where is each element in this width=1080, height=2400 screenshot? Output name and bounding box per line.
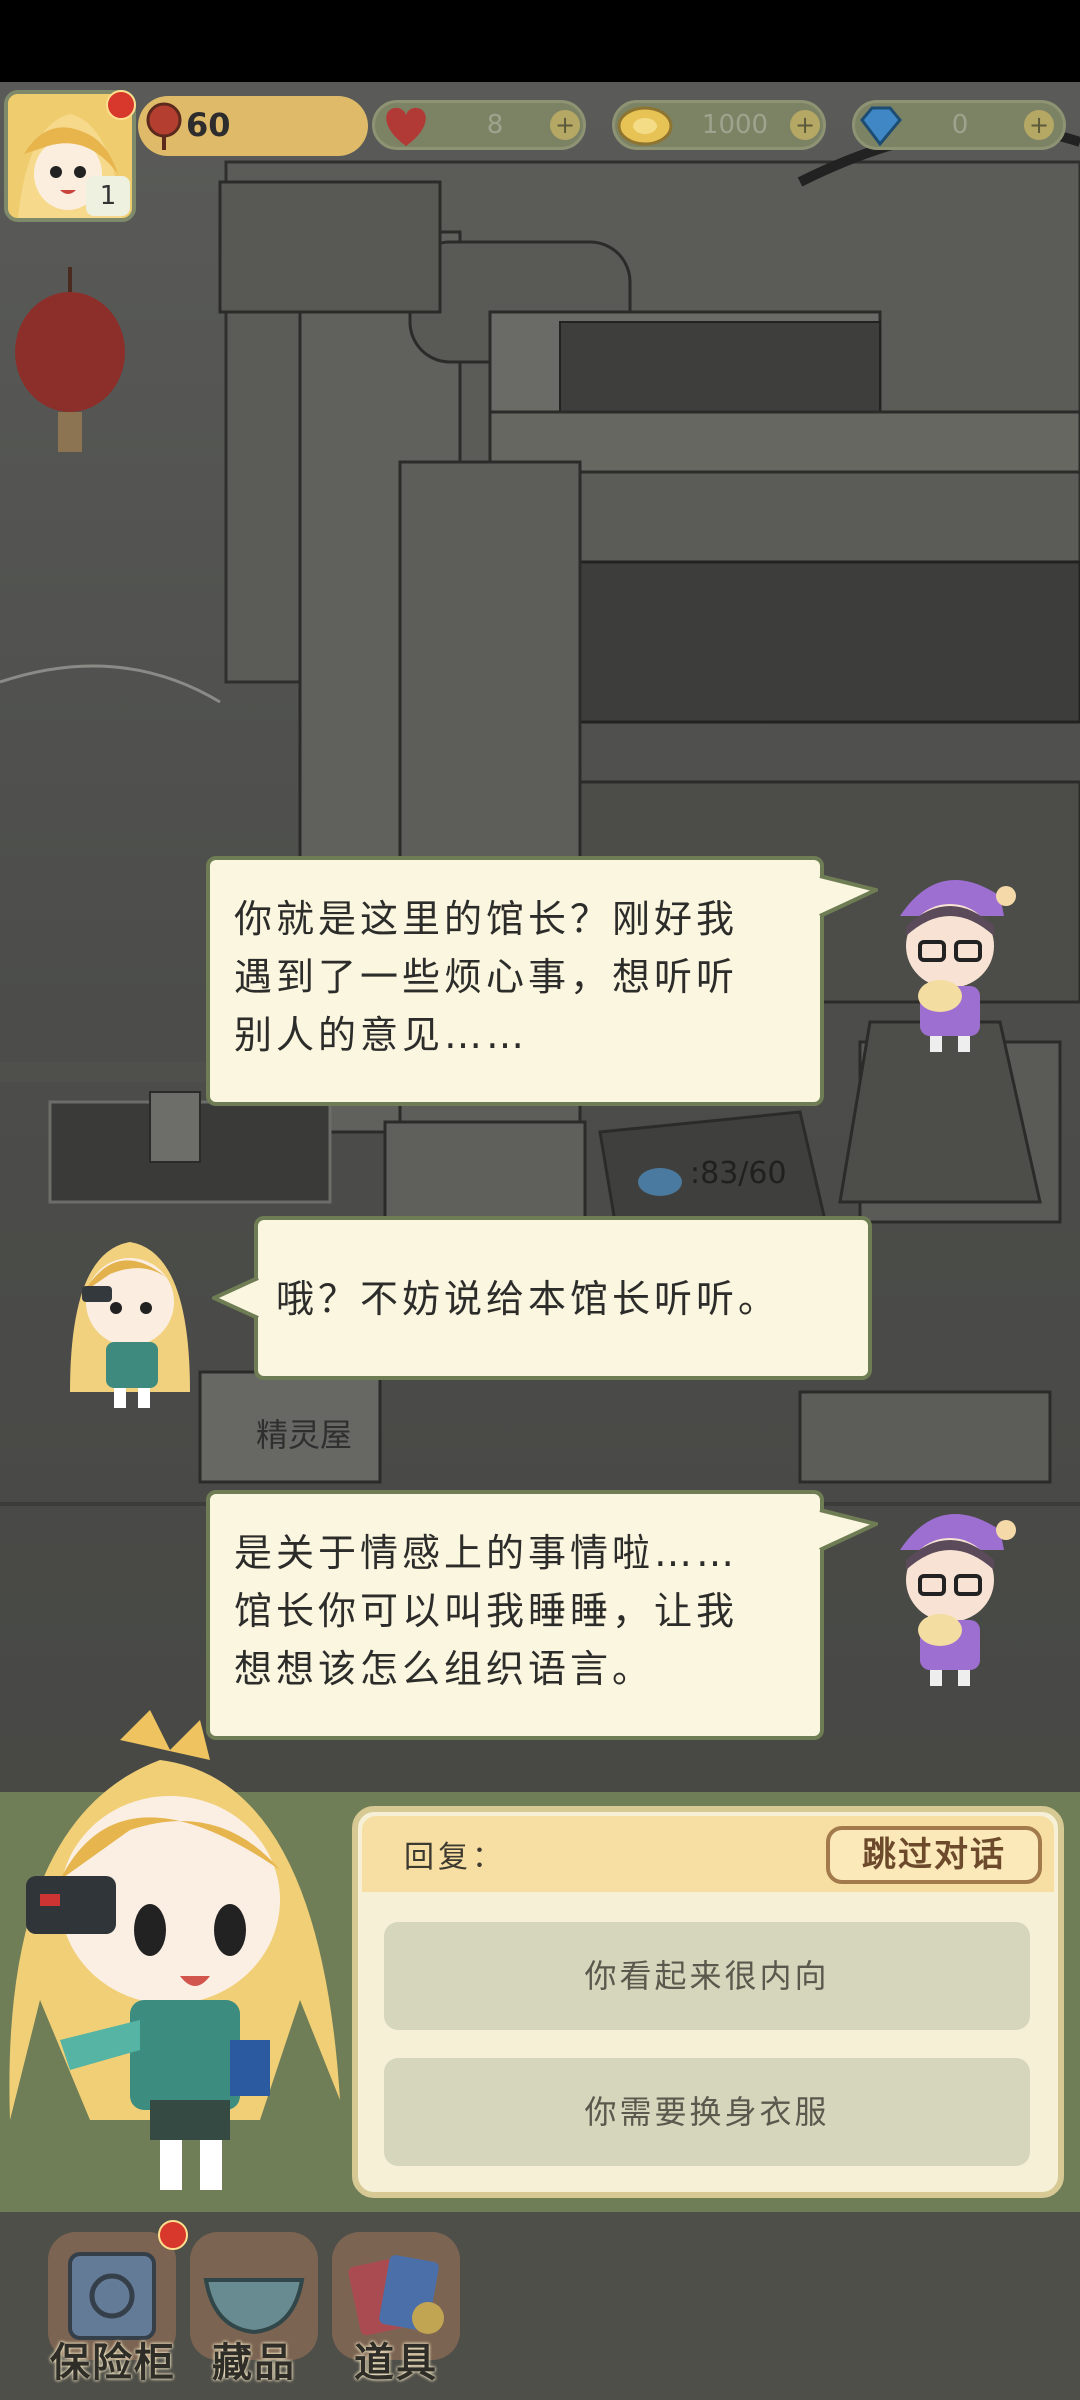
notification-dot	[106, 90, 136, 120]
player-level-badge: 1	[86, 176, 130, 216]
dialogue-line: 是关于情感上的事情啦……	[234, 1531, 739, 1575]
curator-character[interactable]	[60, 1222, 200, 1412]
gems-value: 0	[951, 110, 969, 140]
safe-label: 保险柜	[50, 2340, 176, 2386]
bubble-tail	[818, 874, 878, 918]
reply-option-2[interactable]: 你需要换身衣服	[384, 2058, 1030, 2166]
spirit-house-sign: 精灵屋	[256, 1416, 353, 1454]
gem-icon	[860, 106, 902, 147]
coins-value: 1000	[701, 110, 769, 140]
add-hearts-button[interactable]: +	[550, 110, 580, 140]
safe-notification-dot	[158, 2220, 188, 2250]
capacity-counter: :83/60	[690, 1156, 787, 1191]
dialogue-bubble-2: 哦？不妨说给本馆长听听。	[254, 1216, 872, 1380]
heart-icon	[386, 107, 426, 146]
dialogue-line: 馆长你可以叫我睡睡，让我	[234, 1589, 739, 1633]
dialogue-line: 哦？不妨说给本馆长听听。	[276, 1277, 781, 1321]
items-label: 道具	[354, 2340, 438, 2386]
energy-icon	[146, 102, 182, 150]
energy-value: 60	[186, 106, 231, 144]
visitor-character[interactable]	[880, 856, 1020, 1056]
skip-dialogue-button[interactable]: 跳过对话	[826, 1826, 1042, 1884]
status-bar	[0, 0, 1080, 82]
visitor-character[interactable]	[880, 1490, 1020, 1690]
bubble-tail	[818, 1508, 878, 1552]
dialogue-line: 遇到了一些烦心事，想听听	[234, 955, 739, 999]
reply-option-1[interactable]: 你看起来很内向	[384, 1922, 1030, 2030]
reply-label: 回复：	[404, 1840, 506, 1875]
coin-icon	[617, 106, 673, 146]
dialogue-bubble-1: 你就是这里的馆长？刚好我 遇到了一些烦心事，想听听 别人的意见……	[206, 856, 824, 1106]
dialogue-line: 你就是这里的馆长？刚好我	[234, 897, 739, 941]
add-coins-button[interactable]: +	[790, 110, 820, 140]
dialogue-line: 别人的意见……	[234, 1013, 529, 1057]
curator-portrait	[9, 1710, 340, 2190]
bubble-tail	[212, 1276, 260, 1320]
add-gems-button[interactable]: +	[1024, 110, 1054, 140]
dialogue-line: 想想该怎么组织语言。	[234, 1647, 655, 1691]
hearts-value: 8	[486, 110, 504, 140]
collection-label: 藏品	[212, 2340, 296, 2386]
